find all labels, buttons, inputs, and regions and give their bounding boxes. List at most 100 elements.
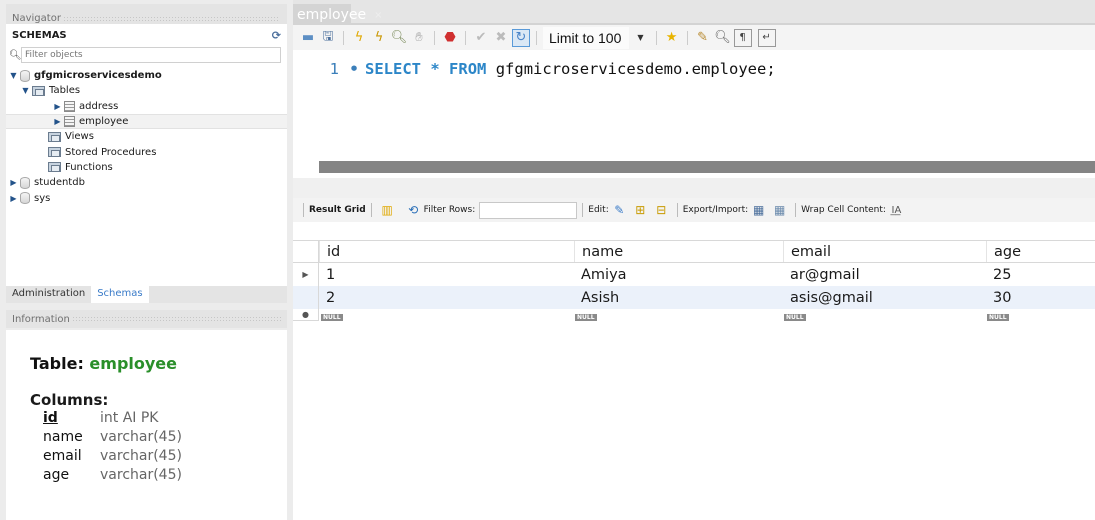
expand-right-icon[interactable]: ▶ — [53, 117, 62, 126]
table-row[interactable]: 2 Asish asis@gmail 30 — [293, 286, 1095, 309]
tree-table-address[interactable]: ▶ address — [6, 99, 287, 114]
expand-right-icon[interactable]: ▶ — [9, 194, 18, 203]
row-header-corner — [293, 241, 319, 262]
tab-employee[interactable]: employee × — [293, 4, 383, 25]
tree-folder-functions[interactable]: Functions — [6, 160, 287, 175]
grid-columns-icon[interactable]: ▥ — [380, 203, 395, 217]
cell-id[interactable]: 1 — [319, 263, 574, 286]
tree-schema-studentdb[interactable]: ▶ studentdb — [6, 175, 287, 190]
explain-icon[interactable]: 🔍︎ — [390, 29, 408, 47]
add-row-icon[interactable]: ⊞ — [633, 203, 648, 217]
tree-schema-gfgmicroservicesdemo[interactable]: ▼ gfgmicroservicesdemo — [6, 68, 287, 83]
cell-id[interactable]: 2 — [319, 286, 574, 309]
tab-schemas[interactable]: Schemas — [91, 286, 149, 303]
execute-icon[interactable]: ϟ — [350, 29, 368, 47]
commit-icon[interactable]: ✔ — [472, 29, 490, 47]
column-type: varchar(45) — [100, 467, 182, 483]
column-header-id[interactable]: id — [319, 241, 574, 262]
autocommit-icon[interactable]: ↻ — [512, 28, 530, 47]
result-grid-label[interactable]: Result Grid — [309, 205, 366, 215]
tab-label: employee — [297, 7, 367, 23]
editor-horizontal-scrollbar[interactable] — [319, 161, 1095, 173]
sql-toolbar: ▬ 🖫 ϟ ϟ 🔍︎ ✋︎ ⬣ ✔ ✖ ↻ Limit to 100 ▼ ★ ✎… — [293, 25, 1095, 50]
refresh-icon[interactable]: ⟲ — [406, 203, 421, 217]
expand-down-icon[interactable]: ▼ — [9, 71, 18, 80]
column-name: name — [43, 429, 83, 445]
find-icon[interactable]: 🔍︎ — [714, 29, 732, 47]
toolbar-separator — [676, 203, 678, 217]
column-name: email — [43, 448, 82, 464]
current-row-icon: ▶ — [293, 263, 319, 286]
add-snippet-icon[interactable]: ★ — [663, 29, 681, 47]
stop-icon[interactable]: ✋︎ — [410, 29, 428, 47]
execute-current-icon[interactable]: ϟ — [370, 29, 388, 47]
toggle-error-icon[interactable]: ⬣ — [441, 29, 459, 47]
edit-row-icon[interactable]: ✎ — [612, 203, 627, 217]
open-folder-icon[interactable]: ▬ — [299, 29, 317, 47]
column-header-email[interactable]: email — [783, 241, 986, 262]
cell-name[interactable]: Asish — [574, 286, 783, 309]
editor-results-splitter[interactable] — [293, 178, 1095, 198]
tab-administration[interactable]: Administration — [6, 286, 91, 303]
cell-name[interactable]: Amiya — [574, 263, 783, 286]
column-header-name[interactable]: name — [574, 241, 783, 262]
keyword-select: SELECT — [365, 60, 421, 78]
information-header: Information — [6, 310, 287, 328]
delete-row-icon[interactable]: ⊟ — [654, 203, 669, 217]
tree-folder-views[interactable]: Views — [6, 129, 287, 144]
export-import-label: Export/Import: — [682, 205, 749, 215]
cell-email-new[interactable]: NULL — [783, 309, 986, 321]
toolbar-separator — [795, 203, 797, 217]
refresh-icon[interactable]: ⟳ — [272, 29, 281, 42]
invisible-chars-icon[interactable]: ¶ — [733, 28, 752, 47]
new-row[interactable]: ● NULL NULL NULL NULL — [293, 309, 1095, 321]
folder-icon — [48, 162, 61, 173]
filter-rows-input[interactable] — [479, 201, 578, 219]
tree-label: Views — [65, 131, 94, 143]
cell-age[interactable]: 30 — [986, 286, 1095, 309]
result-toolbar: Result Grid ▥ ⟲ Filter Rows: Edit: ✎ ⊞ ⊟… — [293, 198, 1095, 222]
sql-editor[interactable]: 1 • SELECT * FROM gfgmicroservicesdemo.e… — [293, 50, 1095, 178]
schemas-panel: SCHEMAS ⟳ 🔍︎ ▼ gfgmicroservicesdemo ▼ Ta… — [6, 24, 287, 286]
wrap-cell-icon[interactable]: I̲A̲ — [889, 203, 904, 217]
column-info-row: id int AI PK — [30, 409, 287, 428]
column-type: int AI PK — [100, 410, 159, 426]
rollback-icon[interactable]: ✖ — [492, 29, 510, 47]
cell-age[interactable]: 25 — [986, 263, 1095, 286]
tree-folder-tables[interactable]: ▼ Tables — [6, 83, 287, 98]
cell-age-new[interactable]: NULL — [986, 309, 1095, 321]
export-icon[interactable]: ▦ — [751, 203, 766, 217]
toolbar-separator — [655, 30, 657, 45]
header-grip — [71, 316, 281, 322]
table-name: employee — [89, 354, 178, 373]
expand-right-icon[interactable]: ▶ — [53, 102, 62, 111]
tree-label: gfgmicroservicesdemo — [34, 70, 162, 82]
tree-folder-stored-procedures[interactable]: Stored Procedures — [6, 144, 287, 159]
tree-schema-sys[interactable]: ▶ sys — [6, 190, 287, 205]
tree-table-employee[interactable]: ▶ employee — [6, 113, 287, 130]
beautify-icon[interactable]: ✎ — [694, 29, 712, 47]
filter-objects-input[interactable] — [21, 47, 281, 63]
save-icon[interactable]: 🖫 — [319, 29, 337, 47]
close-icon[interactable]: × — [374, 10, 382, 21]
column-name: age — [43, 467, 70, 483]
column-header-age[interactable]: age — [986, 241, 1095, 262]
wrap-icon[interactable]: ↵ — [757, 28, 776, 47]
expand-right-icon[interactable]: ▶ — [9, 178, 18, 187]
folder-icon — [32, 85, 45, 96]
cell-name-new[interactable]: NULL — [574, 309, 783, 321]
schema-tree: ▼ gfgmicroservicesdemo ▼ Tables ▶ addres… — [6, 68, 287, 206]
toolbar-separator — [434, 30, 435, 45]
cell-email[interactable]: asis@gmail — [783, 286, 986, 309]
cell-email[interactable]: ar@gmail — [783, 263, 986, 286]
expand-down-icon[interactable]: ▼ — [21, 86, 30, 95]
filter-rows-label: Filter Rows: — [423, 205, 476, 215]
database-icon — [20, 69, 30, 82]
limit-rows-select[interactable]: Limit to 100 — [543, 26, 630, 49]
table-row[interactable]: ▶ 1 Amiya ar@gmail 25 — [293, 263, 1095, 286]
chevron-down-icon[interactable]: ▼ — [631, 33, 649, 42]
tree-label: Stored Procedures — [65, 146, 157, 158]
cell-id-new[interactable]: NULL — [319, 309, 574, 321]
import-icon[interactable]: ▦ — [772, 203, 787, 217]
search-icon: 🔍︎ — [9, 49, 22, 61]
